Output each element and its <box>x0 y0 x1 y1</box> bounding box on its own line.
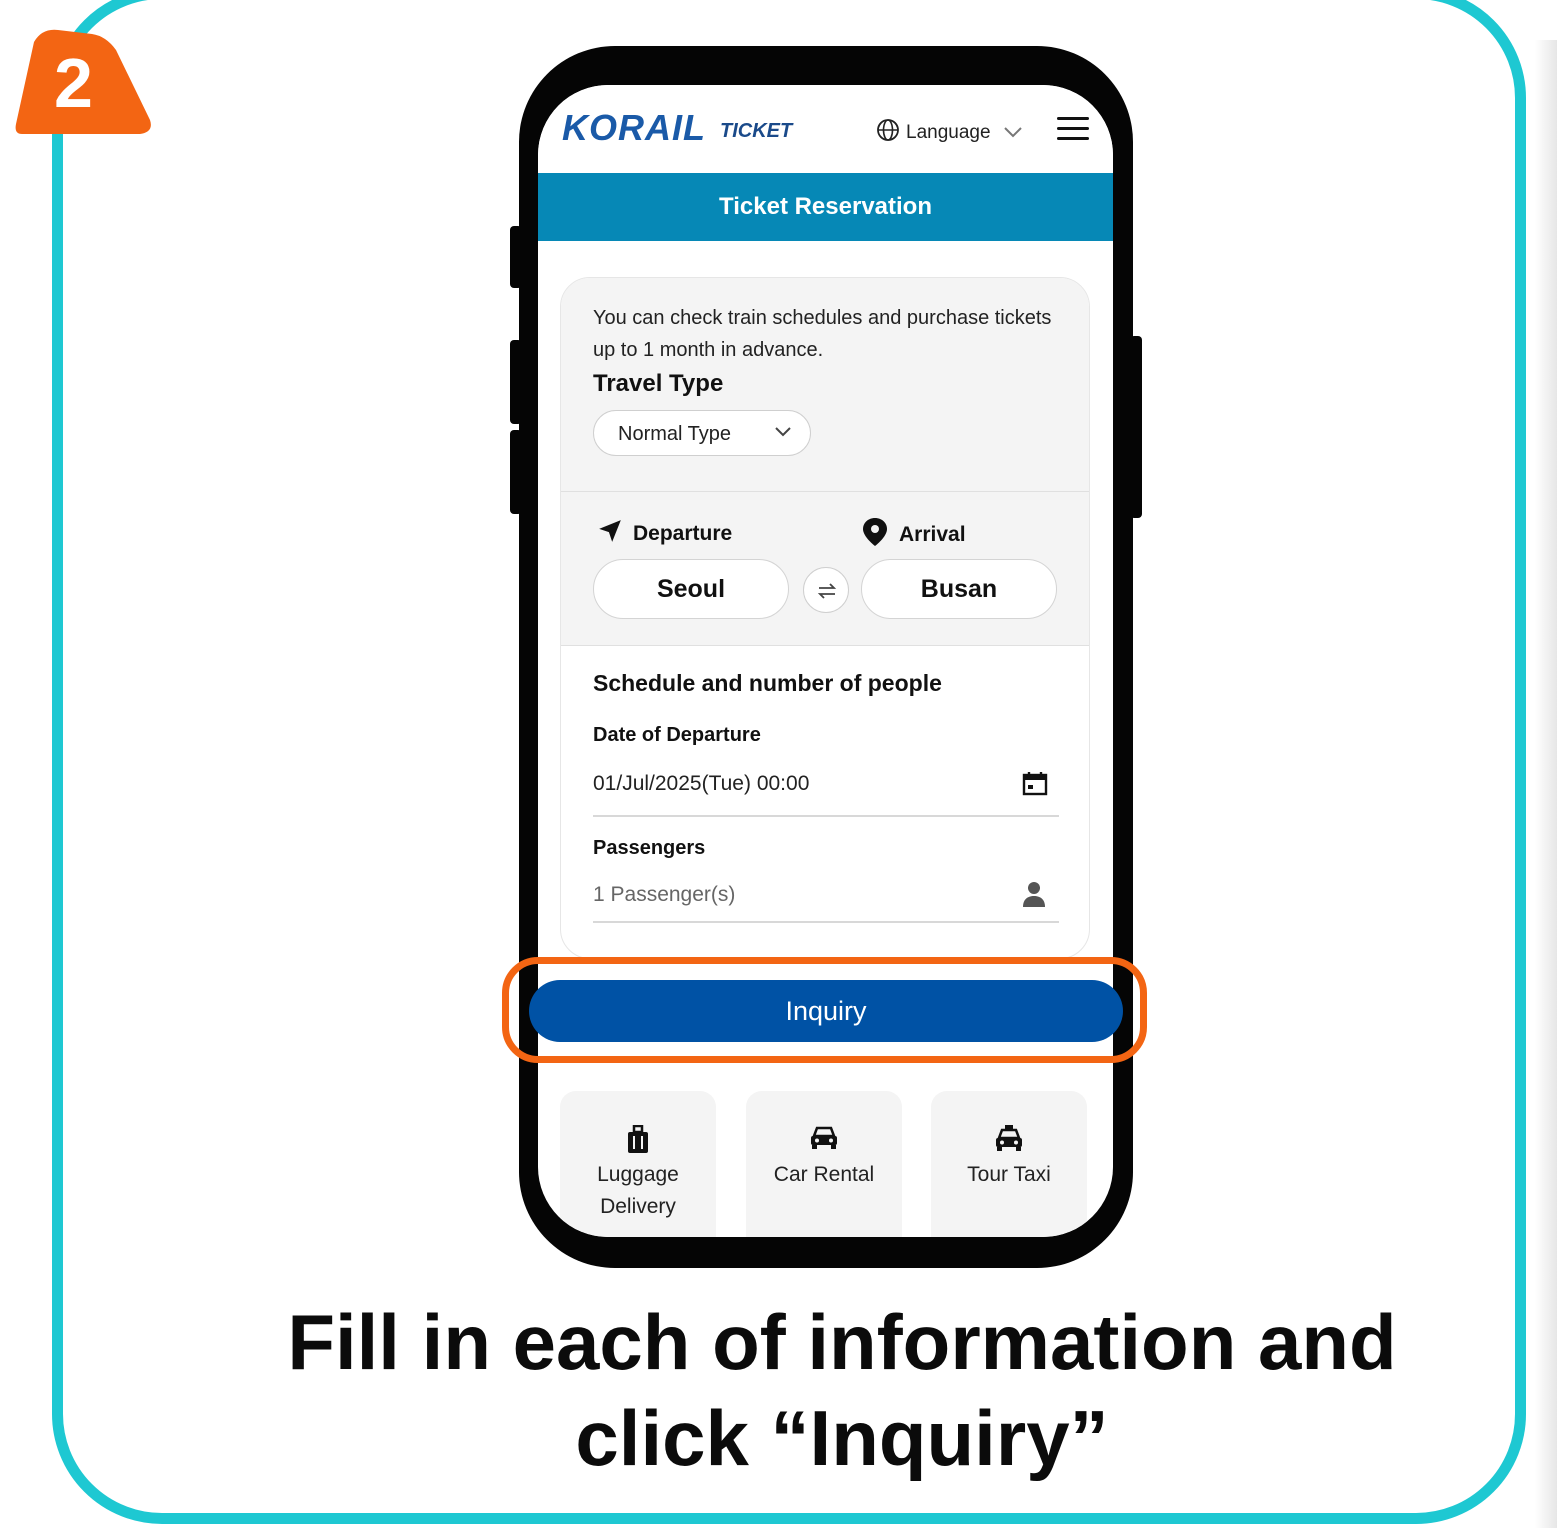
service-tour-taxi[interactable]: Tour Taxi <box>931 1091 1087 1237</box>
schedule-title: Schedule and number of people <box>593 670 942 696</box>
service-label: Tour Taxi <box>967 1163 1051 1186</box>
phone-screen: KORAIL TICKET Language Ticket Reservatio… <box>538 85 1113 1237</box>
car-icon <box>746 1125 902 1155</box>
globe-icon <box>876 118 900 148</box>
language-label: Language <box>906 122 991 143</box>
travel-type-value: Normal Type <box>618 423 732 445</box>
card-shadow <box>1535 40 1557 1528</box>
logo-suffix: TICKET <box>720 120 793 142</box>
step-badge: 2 <box>14 28 152 136</box>
caption-line-1: Fill in each of information and <box>287 1298 1397 1386</box>
person-icon[interactable] <box>1021 880 1047 913</box>
travel-type-select[interactable]: Normal Type <box>593 410 811 456</box>
reservation-form: You can check train schedules and purcha… <box>560 277 1090 959</box>
hamburger-menu-icon[interactable] <box>1057 117 1089 141</box>
service-car-rental[interactable]: Car Rental <box>746 1091 902 1237</box>
location-pin-icon <box>863 518 887 552</box>
date-field[interactable]: 01/Jul/2025(Tue) 00:00 <box>593 772 809 796</box>
language-selector[interactable]: Language <box>876 118 1023 148</box>
arrival-label: Arrival <box>863 518 966 552</box>
passengers-label: Passengers <box>593 837 706 859</box>
caption-line-2: click “Inquiry” <box>575 1394 1109 1482</box>
intro-text: You can check train schedules and purcha… <box>593 307 1052 361</box>
service-label: Luggage Delivery <box>597 1163 679 1218</box>
passengers-underline <box>593 921 1059 923</box>
chevron-down-icon <box>774 425 792 443</box>
departure-label: Departure <box>597 518 732 550</box>
date-label: Date of Departure <box>593 724 761 746</box>
logo-text: KORAIL <box>562 107 706 148</box>
service-label: Car Rental <box>773 1163 875 1186</box>
step-number: 2 <box>54 44 93 122</box>
calendar-icon[interactable] <box>1021 771 1049 802</box>
service-luggage-delivery[interactable]: Luggage Delivery <box>560 1091 716 1237</box>
arrival-station-button[interactable]: Busan <box>861 559 1057 619</box>
travel-type-label: Travel Type <box>593 370 724 397</box>
passengers-field[interactable]: 1 Passenger(s) <box>593 883 735 907</box>
departure-station-button[interactable]: Seoul <box>593 559 789 619</box>
navigation-arrow-icon <box>597 518 623 550</box>
chevron-down-icon <box>1003 122 1023 144</box>
taxi-icon <box>931 1125 1087 1155</box>
arrival-label-text: Arrival <box>899 523 966 546</box>
instruction-caption: Fill in each of information and click “I… <box>200 1294 1484 1486</box>
luggage-icon <box>560 1125 716 1155</box>
departure-label-text: Departure <box>633 522 733 545</box>
swap-stations-button[interactable] <box>803 567 849 613</box>
korail-logo[interactable]: KORAIL <box>562 107 706 149</box>
inquiry-button[interactable]: Inquiry <box>529 980 1123 1042</box>
page-title: Ticket Reservation <box>538 173 1113 241</box>
app-header: KORAIL TICKET Language <box>538 85 1113 173</box>
date-underline <box>593 815 1059 817</box>
